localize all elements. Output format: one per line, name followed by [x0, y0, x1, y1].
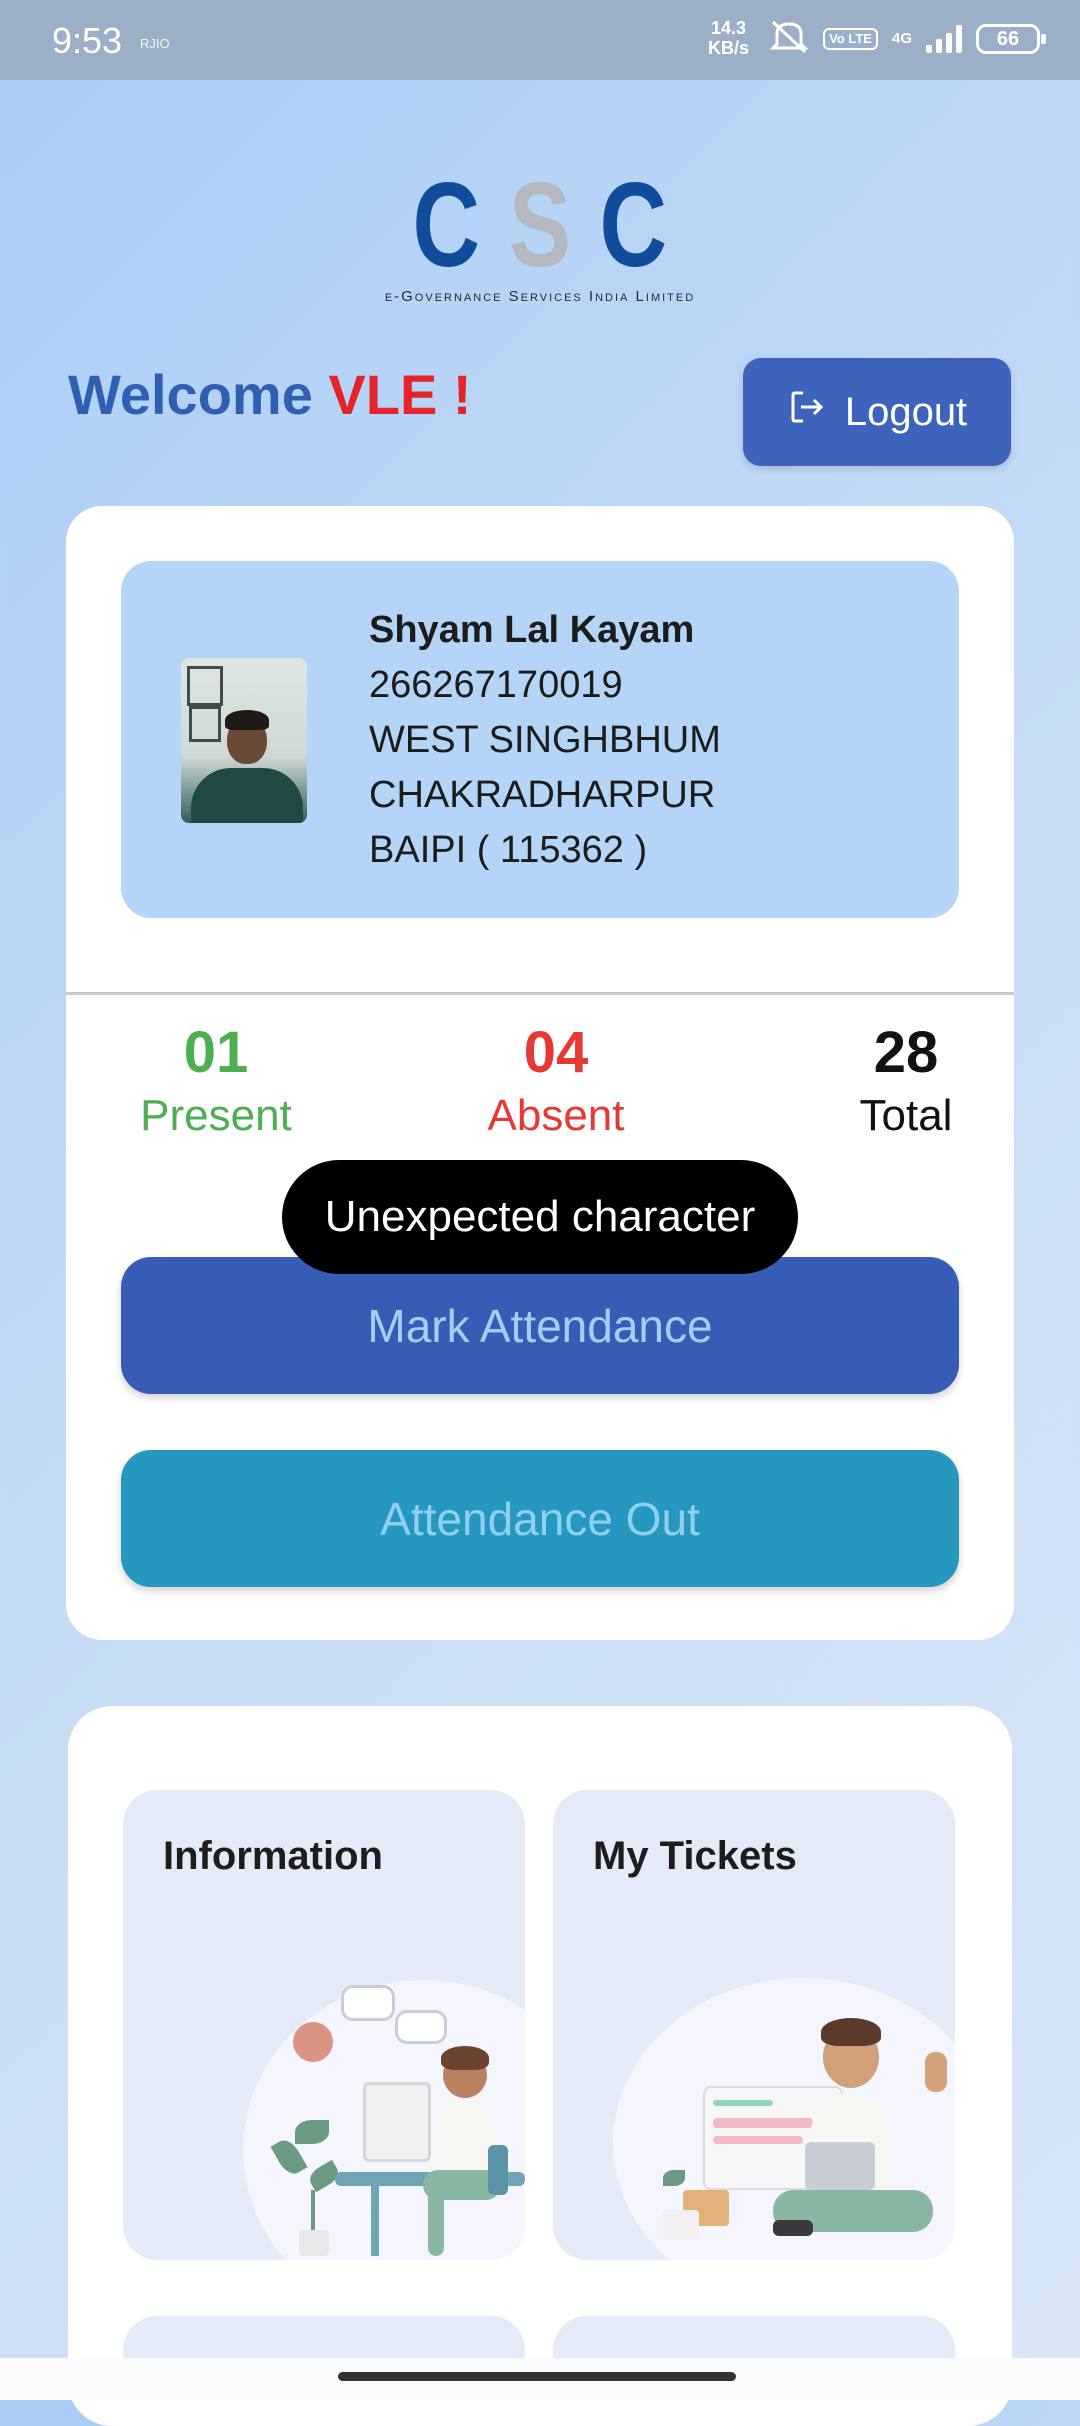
battery-icon: 66 — [976, 23, 1046, 54]
logout-button[interactable]: Logout — [743, 358, 1011, 466]
logo-letters: C S C — [360, 158, 720, 292]
information-illustration — [123, 1790, 525, 2260]
csc-logo: C S C e-Governance Services India Limite… — [360, 158, 720, 305]
logout-label: Logout — [844, 389, 968, 434]
logo-letter-c1: C — [412, 158, 481, 292]
attendance-out-button[interactable]: Attendance Out — [121, 1450, 959, 1587]
menu-card: Information My Tickets — [68, 1706, 1012, 2426]
signal-icon — [926, 24, 962, 53]
home-indicator[interactable] — [338, 2372, 736, 2381]
profile-id: 266267170019 — [369, 664, 623, 706]
volte-icon: Vo LTE — [823, 27, 878, 50]
attendance-card: Shyam Lal Kayam 266267170019 WEST SINGHB… — [66, 506, 1014, 1640]
status-bar: 9:53 RJIO 14.3 KB/s Vo LTE 4G 66 — [0, 0, 1080, 80]
present-stat: 01 Present — [116, 1020, 316, 1146]
absent-label: Absent — [487, 1091, 625, 1140]
logo-letter-c2: C — [599, 158, 668, 292]
profile-info: Shyam Lal Kayam 266267170019 WEST SINGHB… — [369, 603, 721, 878]
toast-message: Unexpected character — [282, 1160, 798, 1274]
total-count: 28 — [873, 1020, 939, 1085]
absent-stat: 04 Absent — [456, 1020, 656, 1146]
total-stat: 28 Total — [806, 1020, 1006, 1146]
profile-district: WEST SINGHBHUM — [369, 719, 721, 761]
logout-icon — [787, 387, 827, 437]
welcome-name: VLE ! — [328, 363, 472, 426]
speed-value: 14.3 — [710, 18, 747, 38]
welcome-heading: Welcome VLE ! — [68, 362, 472, 427]
total-label: Total — [859, 1091, 953, 1140]
tickets-illustration — [553, 1790, 955, 2260]
welcome-prefix: Welcome — [68, 363, 313, 426]
logo-letter-s: S — [508, 158, 572, 292]
status-time: 9:53 — [52, 20, 123, 61]
network-type: 4G — [891, 30, 912, 47]
carrier-icon: RJIO — [140, 36, 170, 51]
profile-panel: Shyam Lal Kayam 266267170019 WEST SINGHB… — [121, 561, 959, 918]
speed-unit: KB/s — [708, 38, 750, 58]
tile-information[interactable]: Information — [123, 1790, 525, 2260]
mark-attendance-button[interactable]: Mark Attendance — [121, 1257, 959, 1394]
profile-block: CHAKRADHARPUR — [369, 774, 716, 816]
profile-name: Shyam Lal Kayam — [369, 609, 695, 651]
tile-my-tickets[interactable]: My Tickets — [553, 1790, 955, 2260]
present-label: Present — [140, 1091, 292, 1140]
present-count: 01 — [183, 1020, 249, 1085]
mute-icon — [769, 18, 809, 59]
absent-count: 04 — [523, 1020, 589, 1085]
profile-panchayat: BAIPI ( 115362 ) — [369, 829, 648, 871]
avatar — [181, 658, 307, 823]
status-icons: Vo LTE 4G 66 — [769, 18, 1046, 59]
network-speed: 14.3 KB/s — [708, 18, 749, 58]
divider — [66, 992, 1014, 995]
